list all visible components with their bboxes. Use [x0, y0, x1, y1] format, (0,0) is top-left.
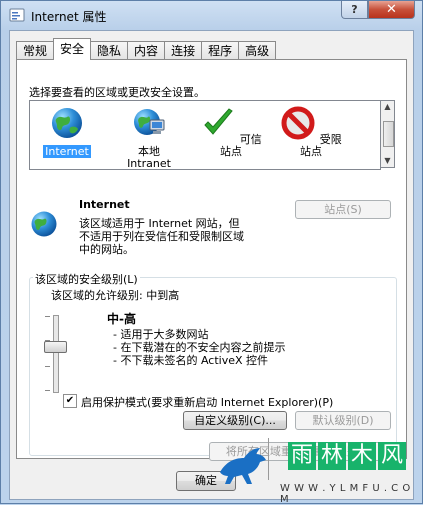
security-level-slider-track[interactable]: [53, 315, 59, 393]
help-button[interactable]: ?: [341, 1, 368, 19]
watermark-logo: 雨 林 木 风 W W W . Y L M F U . C O M: [214, 436, 423, 505]
tab-general[interactable]: 常规: [16, 41, 55, 60]
zone-title: Internet: [79, 198, 130, 211]
slider-tick: [45, 390, 50, 391]
scroll-up-icon[interactable]: ▲: [381, 101, 394, 113]
watermark-url: W W W . Y L M F U . C O M: [280, 483, 411, 505]
zone-local-intranet-line2: Intranet: [127, 157, 171, 170]
watermark-divider: [268, 438, 269, 480]
internet-options-icon: [9, 8, 25, 22]
globe-icon: [31, 211, 57, 237]
zone-restricted-sites[interactable]: 受限站点: [276, 105, 346, 158]
slider-tick: [45, 316, 50, 317]
title-bar[interactable]: Internet 属性 ? ✕: [1, 1, 422, 29]
custom-level-button[interactable]: 自定义级别(C)...: [183, 411, 287, 430]
select-zone-prompt: 选择要查看的区域或更改安全设置。: [29, 86, 205, 99]
close-button[interactable]: ✕: [368, 1, 415, 19]
dialog-window: Internet 属性 ? ✕ 常规 安全 隐私 内容 连接 程序 高级 选择要…: [0, 0, 423, 504]
tab-strip: 常规 安全 隐私 内容 连接 程序 高级: [16, 38, 277, 60]
globe-icon: [52, 108, 82, 138]
watermark-char: 风: [378, 442, 406, 470]
scroll-thumb[interactable]: [383, 121, 394, 147]
zone-internet-label: Internet: [43, 145, 91, 158]
security-level-slider-thumb[interactable]: [44, 341, 67, 353]
zone-internet[interactable]: Internet: [32, 105, 102, 158]
slider-tick: [45, 366, 50, 367]
dialog-client: 常规 安全 隐私 内容 连接 程序 高级 选择要查看的区域或更改安全设置。 In…: [9, 30, 414, 500]
checkmark-icon: [204, 108, 233, 135]
security-tab-page: 选择要查看的区域或更改安全设置。 Internet 本地 Intranet 可信…: [16, 59, 407, 461]
window-title: Internet 属性: [31, 10, 107, 24]
restricted-icon: [281, 106, 315, 140]
sites-button[interactable]: 站点(S): [295, 200, 391, 219]
default-level-button[interactable]: 默认级别(D): [295, 411, 391, 430]
protected-mode-label[interactable]: 启用保护模式(要求重新启动 Internet Explorer)(P): [81, 394, 333, 410]
tab-connections[interactable]: 连接: [164, 41, 203, 60]
tab-programs[interactable]: 程序: [201, 41, 240, 60]
tab-advanced[interactable]: 高级: [238, 41, 277, 60]
zone-list-scrollbar[interactable]: ▲ ▼: [380, 100, 395, 168]
zone-list[interactable]: Internet 本地 Intranet 可信站点 受限站点: [29, 100, 381, 170]
zone-trusted-sites[interactable]: 可信站点: [196, 105, 266, 158]
zone-description-line3: 中的网站。: [79, 243, 134, 256]
security-level-name: 中-高: [107, 312, 136, 326]
security-level-label: 该区域的安全级别(L): [33, 271, 140, 287]
watermark-char: 林: [318, 442, 346, 470]
tab-content[interactable]: 内容: [127, 41, 166, 60]
scroll-down-icon[interactable]: ▼: [381, 155, 394, 167]
allowed-level-text: 该区域的允许级别: 中到高: [51, 289, 180, 302]
level-bullet: - 不下载未签名的 ActiveX 控件: [113, 354, 269, 367]
watermark-char: 木: [348, 442, 376, 470]
protected-mode-checkbox[interactable]: ✔: [63, 394, 77, 408]
local-intranet-icon: [134, 109, 165, 135]
zone-local-intranet[interactable]: 本地 Intranet: [114, 105, 184, 170]
tab-privacy[interactable]: 隐私: [90, 41, 129, 60]
watermark-char: 雨: [288, 442, 316, 470]
tab-security[interactable]: 安全: [53, 38, 92, 60]
